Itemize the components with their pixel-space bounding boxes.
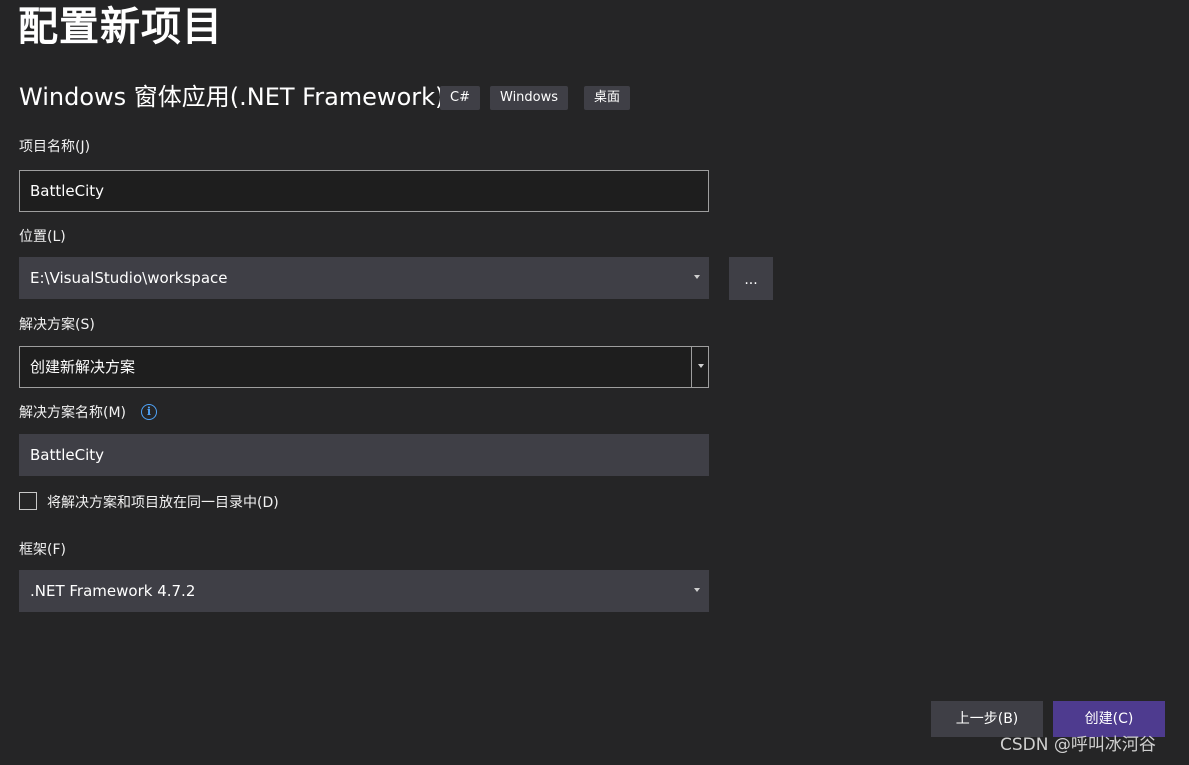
project-name-input[interactable]: BattleCity bbox=[19, 170, 709, 212]
project-name-label: 项目名称(J) bbox=[19, 139, 91, 155]
solution-value: 创建新解决方案 bbox=[30, 358, 136, 376]
location-combobox[interactable]: E:\VisualStudio\workspace bbox=[19, 257, 709, 299]
tag-desktop: 桌面 bbox=[584, 86, 631, 110]
same-directory-label[interactable]: 将解决方案和项目放在同一目录中(D) bbox=[47, 493, 279, 513]
solution-name-label: 解决方案名称(M) bbox=[19, 405, 127, 421]
tag-windows: Windows bbox=[490, 86, 569, 110]
tag-csharp: C# bbox=[440, 86, 480, 110]
framework-select[interactable]: .NET Framework 4.7.2 bbox=[19, 570, 709, 612]
location-label: 位置(L) bbox=[19, 229, 66, 245]
framework-value: .NET Framework 4.7.2 bbox=[30, 582, 196, 600]
template-name: Windows 窗体应用(.NET Framework) bbox=[19, 83, 445, 111]
chevron-down-icon[interactable] bbox=[698, 364, 704, 368]
chevron-down-icon[interactable] bbox=[694, 275, 700, 279]
browse-button[interactable]: ... bbox=[729, 257, 773, 300]
solution-label: 解决方案(S) bbox=[19, 317, 95, 333]
page-title: 配置新项目 bbox=[18, 4, 223, 50]
create-button[interactable]: 创建(C) bbox=[1053, 701, 1165, 737]
watermark: CSDN @呼叫冰河谷 bbox=[1000, 735, 1156, 755]
same-directory-checkbox[interactable] bbox=[19, 492, 37, 510]
back-button[interactable]: 上一步(B) bbox=[931, 701, 1043, 737]
location-value: E:\VisualStudio\workspace bbox=[30, 269, 228, 287]
chevron-down-icon[interactable] bbox=[694, 588, 700, 592]
dropdown-divider bbox=[691, 347, 692, 387]
solution-name-input[interactable]: BattleCity bbox=[19, 434, 709, 476]
framework-label: 框架(F) bbox=[19, 542, 66, 558]
project-name-value: BattleCity bbox=[30, 182, 105, 200]
solution-name-value: BattleCity bbox=[30, 446, 105, 464]
info-icon[interactable]: i bbox=[141, 404, 157, 420]
solution-select[interactable]: 创建新解决方案 bbox=[19, 346, 709, 388]
